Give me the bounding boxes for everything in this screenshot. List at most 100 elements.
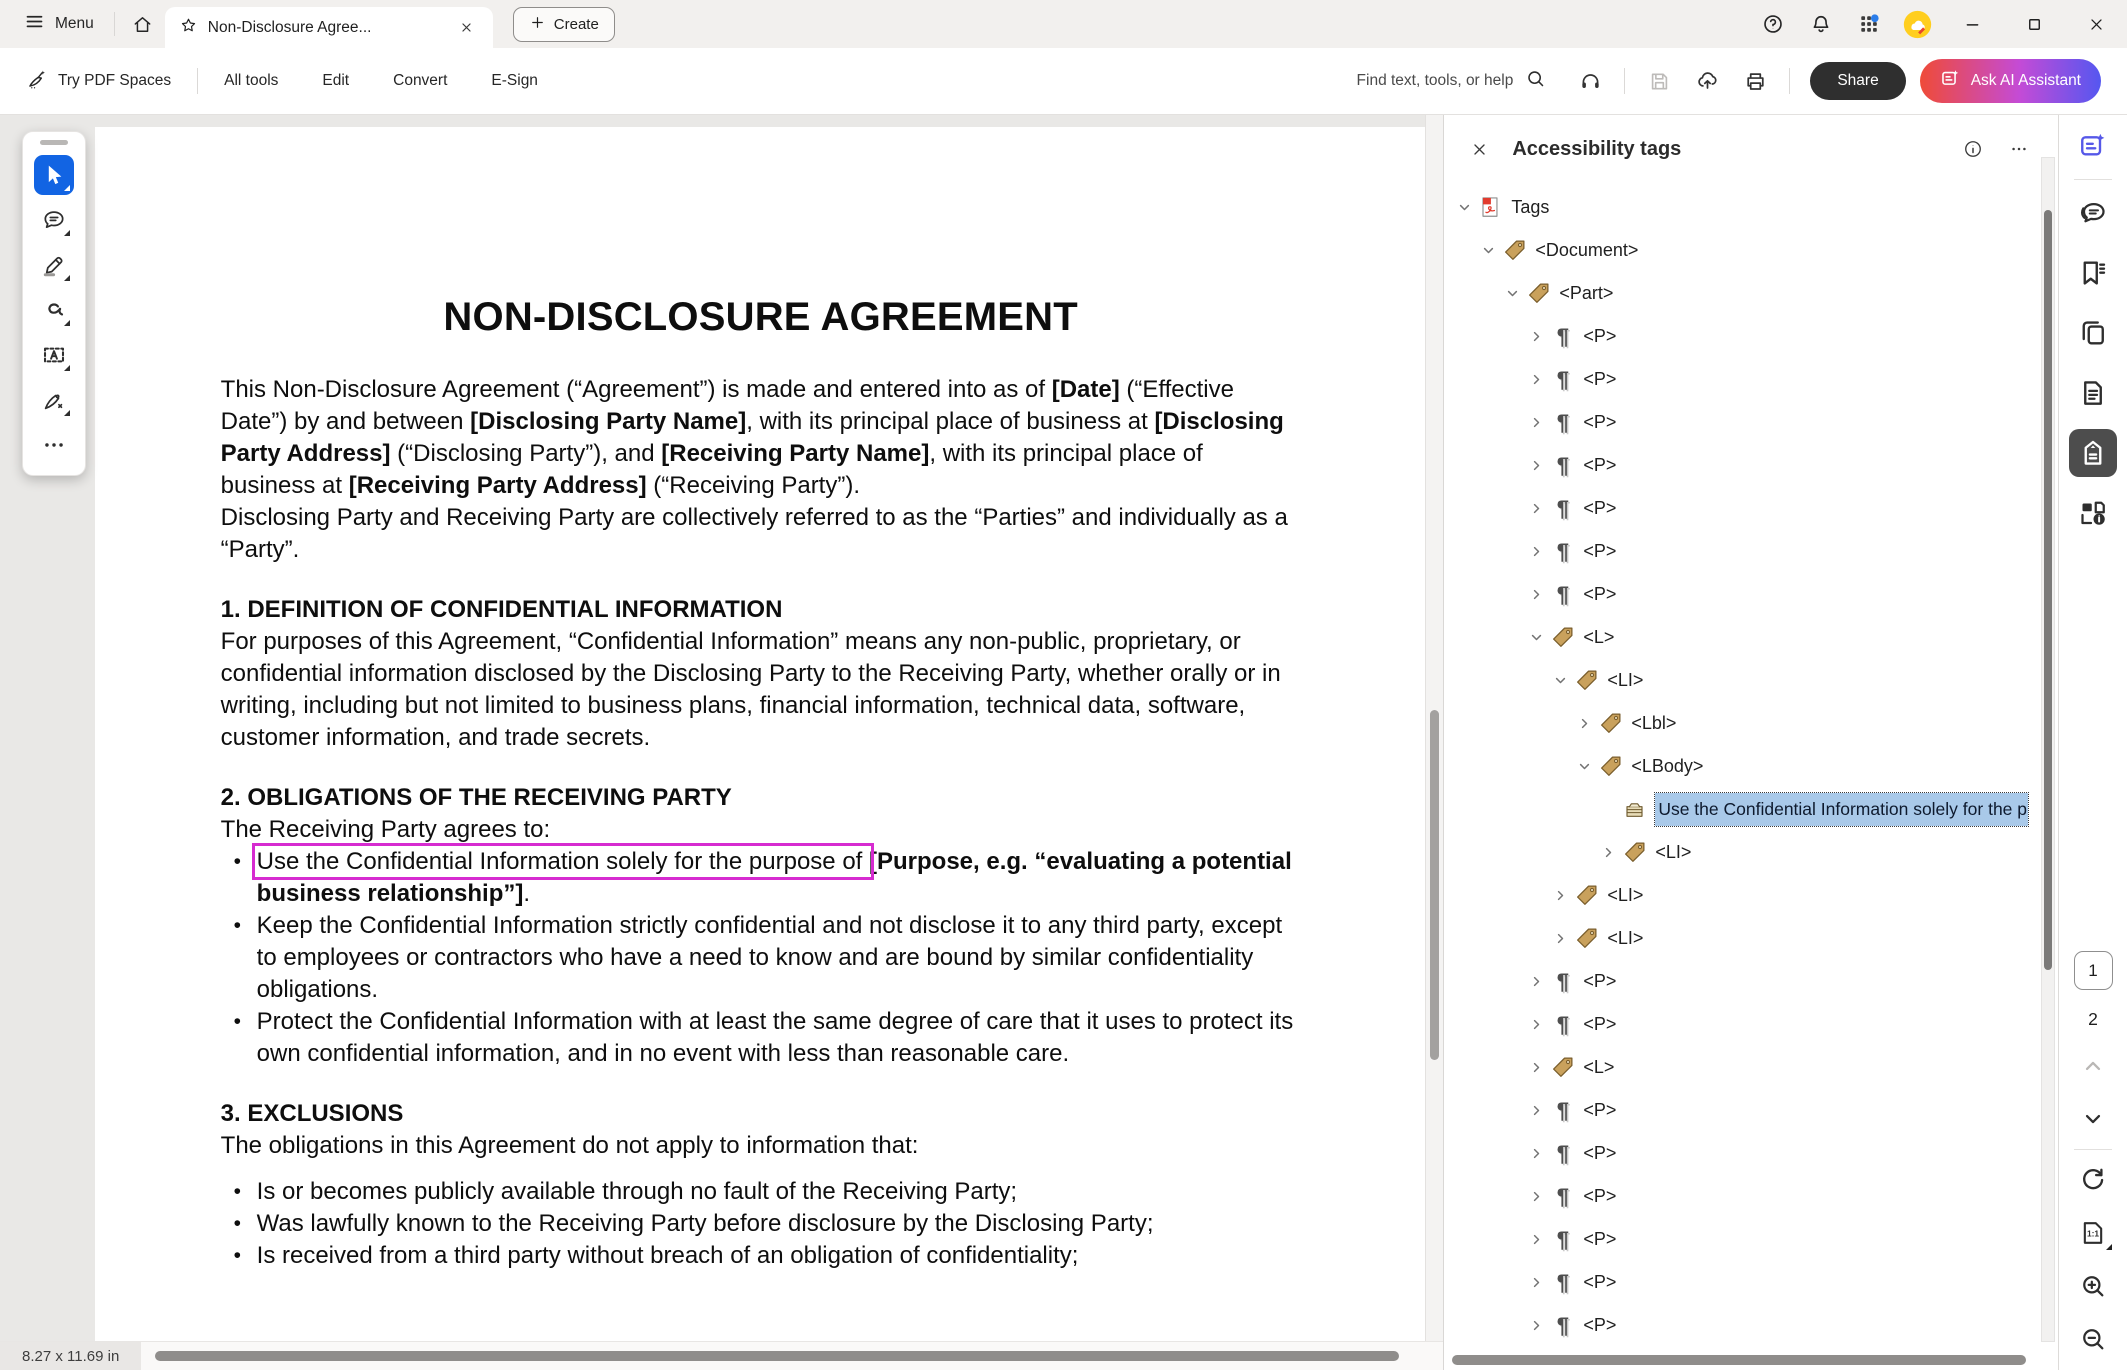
ask-ai-assistant-button[interactable]: Ask AI Assistant [1920,59,2101,103]
home-button[interactable] [121,0,165,48]
panel-horizontal-scrollbar[interactable] [1452,1355,2032,1365]
tree-item[interactable]: ¶<P> [1452,1003,2028,1046]
chevron-down-icon[interactable] [1452,196,1476,220]
tree-item[interactable]: ¶<P> [1452,1304,2028,1347]
page-down-button[interactable] [2076,1102,2110,1136]
page-content-icon[interactable] [2076,376,2110,410]
chevron-down-icon[interactable] [1524,626,1548,650]
avatar[interactable] [1893,10,1941,39]
comment-tool[interactable] [34,200,74,240]
panel-close-button[interactable] [1466,136,1492,162]
cloud-upload-button[interactable] [1685,59,1729,103]
chevron-right-icon[interactable] [1524,411,1548,435]
chevron-right-icon[interactable] [1596,841,1620,865]
chevron-right-icon[interactable] [1548,884,1572,908]
text-box-tool[interactable] [34,335,74,375]
scrollbar-thumb[interactable] [155,1351,1399,1361]
tree-item[interactable]: ¶<P> [1452,1132,2028,1175]
reading-order-icon[interactable] [2076,496,2110,530]
tree-item[interactable]: <LI> [1452,874,2028,917]
apps-grid-button[interactable] [1845,0,1893,48]
tree-item[interactable]: <L> [1452,1046,2028,1089]
toolbar-drag-handle[interactable] [40,140,68,145]
help-button[interactable] [1749,0,1797,48]
tree-item[interactable]: ¶<P> [1452,315,2028,358]
chevron-right-icon[interactable] [1524,1099,1548,1123]
panel-options-button[interactable] [2006,136,2032,162]
tree-item[interactable]: ¶<P> [1452,444,2028,487]
actual-size-button[interactable]: 1:1 [2076,1216,2110,1250]
minimize-button[interactable] [1941,0,2003,48]
tree-item[interactable]: ¶<P> [1452,573,2028,616]
chevron-right-icon[interactable] [1524,540,1548,564]
tree-item[interactable]: ¶<P> [1452,358,2028,401]
tree-item[interactable]: ¶<P> [1452,530,2028,573]
tree-item[interactable]: ¶<P> [1452,1175,2028,1218]
select-tool[interactable] [34,155,74,195]
chevron-right-icon[interactable] [1524,1142,1548,1166]
toolbar-nav-all-tools[interactable]: All tools [224,72,278,90]
chevron-right-icon[interactable] [1524,1013,1548,1037]
chevron-right-icon[interactable] [1572,712,1596,736]
tab-close-button[interactable] [455,16,479,40]
document-horizontal-scrollbar[interactable] [141,1342,1443,1370]
tree-item[interactable]: ¶<P> [1452,1089,2028,1132]
toolbar-nav-convert[interactable]: Convert [393,72,447,90]
current-page-indicator[interactable]: 1 [2074,951,2113,990]
chevron-down-icon[interactable] [1572,755,1596,779]
panel-vertical-scrollbar[interactable] [2041,157,2055,1342]
chevron-right-icon[interactable] [1524,583,1548,607]
tree-item[interactable]: <LI> [1452,917,2028,960]
organize-pages-icon[interactable] [2076,316,2110,350]
highlight-tool[interactable] [34,245,74,285]
tree-item[interactable]: Tags [1452,186,2028,229]
chevron-right-icon[interactable] [1524,970,1548,994]
tree-item[interactable]: <Lbl> [1452,702,2028,745]
chevron-right-icon[interactable] [1524,1314,1548,1338]
tree-item[interactable]: <LBody> [1452,745,2028,788]
tree-item[interactable]: ¶<P> [1452,401,2028,444]
share-button[interactable]: Share [1810,62,1905,100]
more-tools[interactable] [34,425,74,465]
maximize-button[interactable] [2003,0,2065,48]
tree-item[interactable]: <Part> [1452,272,2028,315]
chevron-right-icon[interactable] [1524,325,1548,349]
draw-tool[interactable] [34,290,74,330]
search-field[interactable]: Find text, tools, or help [1357,68,1569,94]
tree-item-selected[interactable]: Use the Confidential Information solely … [1452,788,2028,831]
chevron-right-icon[interactable] [1524,1185,1548,1209]
chevron-right-icon[interactable] [1548,927,1572,951]
print-button[interactable] [1733,59,1777,103]
tree-item[interactable]: <LI> [1452,831,2028,874]
chevron-right-icon[interactable] [1524,497,1548,521]
toolbar-nav-e-sign[interactable]: E-Sign [491,72,538,90]
ai-assistant-icon[interactable] [2076,129,2110,163]
window-close-button[interactable] [2065,0,2127,48]
tree-item[interactable]: ¶<P> [1452,1261,2028,1304]
scrollbar-thumb[interactable] [1452,1355,2026,1365]
tree-item[interactable]: <L> [1452,616,2028,659]
chevron-down-icon[interactable] [1500,282,1524,306]
zoom-in-button[interactable] [2076,1269,2110,1303]
chevron-down-icon[interactable] [1548,669,1572,693]
menu-button[interactable]: Menu [10,0,108,48]
star-icon[interactable] [179,16,198,40]
comments-icon[interactable] [2076,196,2110,230]
refresh-button[interactable] [2076,1163,2110,1197]
toolbar-nav-edit[interactable]: Edit [322,72,349,90]
scrollbar-thumb[interactable] [1430,710,1439,1060]
tree-item[interactable]: ¶<P> [1452,1218,2028,1261]
read-aloud-button[interactable] [1568,59,1612,103]
chevron-right-icon[interactable] [1524,1056,1548,1080]
zoom-out-button[interactable] [2076,1322,2110,1356]
chevron-down-icon[interactable] [1476,239,1500,263]
notifications-button[interactable] [1797,0,1845,48]
document-tab[interactable]: Non-Disclosure Agree... [165,7,493,48]
tree-item[interactable]: ¶<P> [1452,487,2028,530]
sign-tool[interactable] [34,380,74,420]
create-button[interactable]: Create [513,7,615,42]
chevron-right-icon[interactable] [1524,1228,1548,1252]
scrollbar-thumb[interactable] [2044,210,2052,970]
document-vertical-scrollbar[interactable] [1425,115,1443,1342]
bookmarks-icon[interactable] [2076,256,2110,290]
